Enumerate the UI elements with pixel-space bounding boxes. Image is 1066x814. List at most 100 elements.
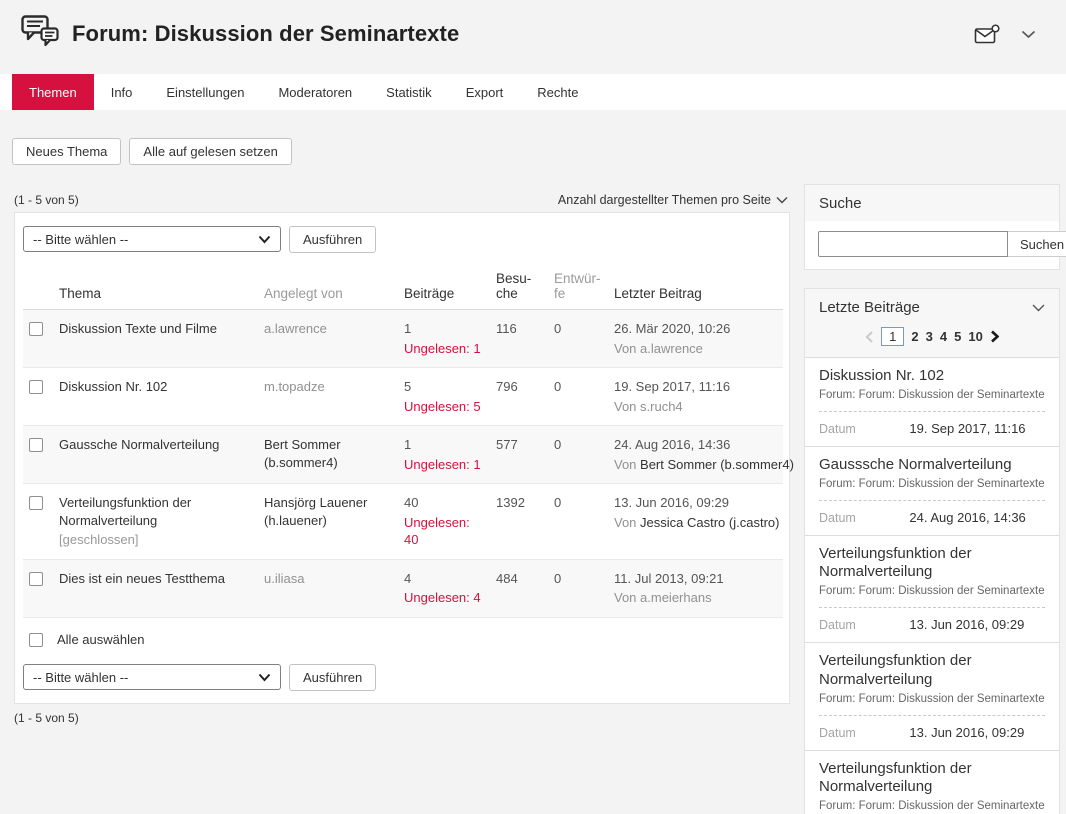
tab-statistik[interactable]: Statistik: [369, 74, 449, 110]
chevron-down-icon: [258, 670, 271, 685]
table-row: Dies ist ein neues Testthema u.iliasa 4 …: [23, 559, 783, 617]
chevron-left-icon: [865, 331, 874, 343]
pagination-page-5[interactable]: 5: [954, 329, 961, 344]
table-row: Diskussion Texte und Filme a.lawrence 1 …: [23, 310, 783, 368]
row-checkbox[interactable]: [29, 438, 43, 452]
date-label: Datum: [819, 422, 909, 436]
row-checkbox[interactable]: [29, 572, 43, 586]
tab-info[interactable]: Info: [94, 74, 150, 110]
tab-rechte[interactable]: Rechte: [520, 74, 595, 110]
bulk-action-select-top[interactable]: -- Bitte wählen --: [23, 226, 281, 252]
unread-count-link[interactable]: Ungelesen: 1: [404, 456, 484, 474]
topic-title-link[interactable]: Dies ist ein neues Testthema: [59, 570, 252, 588]
topic-author: u.iliasa: [258, 559, 398, 617]
select-all-checkbox[interactable]: [29, 633, 43, 647]
search-button[interactable]: Suchen: [1008, 231, 1066, 257]
chevron-down-icon[interactable]: [1032, 299, 1045, 316]
drafts-count: 0: [548, 310, 608, 368]
topic-author: a.lawrence: [258, 310, 398, 368]
unread-count-link[interactable]: Ungelesen: 40: [404, 514, 484, 549]
page-title: Forum: Diskussion der Seminartexte: [72, 21, 459, 47]
bulk-action-select-bottom[interactable]: -- Bitte wählen --: [23, 664, 281, 690]
forum-bubbles-icon: [20, 14, 60, 54]
chevron-down-icon[interactable]: [1019, 28, 1038, 41]
last-post-date: 26. Mär 2020, 10:26: [614, 320, 777, 338]
recent-post-forum: Forum: Forum: Diskussion der Seminartext…: [819, 585, 1045, 597]
date-label: Datum: [819, 618, 909, 632]
topic-title-link[interactable]: Gaussche Normalverteilung: [59, 436, 252, 454]
recent-post-date: 13. Jun 2016, 09:29: [909, 617, 1024, 632]
visits-count: 116: [490, 310, 548, 368]
drafts-count: 0: [548, 559, 608, 617]
pagination-page-2[interactable]: 2: [911, 329, 918, 344]
recent-post-title-link[interactable]: Diskussion Nr. 102: [819, 367, 1045, 386]
tab-moderatoren[interactable]: Moderatoren: [261, 74, 369, 110]
pagination-page-3[interactable]: 3: [926, 329, 933, 344]
last-post-author[interactable]: Bert Sommer (b.sommer4): [640, 457, 794, 472]
tab-bar: ThemenInfoEinstellungenModeratorenStatis…: [0, 74, 1066, 110]
recent-post-forum: Forum: Forum: Diskussion der Seminartext…: [819, 478, 1045, 490]
topic-title-link[interactable]: Verteilungsfunktion der Normalverteilung: [59, 494, 252, 529]
page-header: Forum: Diskussion der Seminartexte: [0, 0, 1066, 66]
topic-author[interactable]: Hansjörg Lauener (h.lauener): [258, 484, 398, 560]
tab-export[interactable]: Export: [449, 74, 521, 110]
column-header: Entwür­fe: [548, 263, 608, 310]
last-post-author: s.ruch4: [640, 399, 683, 414]
recent-post-title-link[interactable]: Verteilungsfunktion der Normalverteilung: [819, 652, 1045, 690]
pagination-current-page[interactable]: 1: [881, 327, 904, 346]
column-header[interactable]: Besu­che: [490, 263, 548, 310]
recent-post-date: 13. Jun 2016, 09:29: [909, 725, 1024, 740]
unread-count-link[interactable]: Ungelesen: 1: [404, 340, 484, 358]
topics-table: ThemaAngelegt vonBeiträgeBesu­cheEntwür­…: [23, 263, 783, 618]
unread-count-link[interactable]: Ungelesen: 5: [404, 398, 484, 416]
result-count-bottom: (1 - 5 von 5): [14, 711, 790, 725]
last-post-author[interactable]: Jessica Castro (j.castro): [640, 515, 779, 530]
mail-subscribe-icon[interactable]: [972, 22, 1003, 47]
recent-post-item: Verteilungsfunktion der Normalverteilung…: [805, 535, 1059, 643]
topic-title-link[interactable]: Diskussion Texte und Filme: [59, 320, 252, 338]
execute-button-bottom[interactable]: Ausführen: [289, 664, 376, 691]
von-prefix: Von: [614, 590, 640, 605]
von-prefix: Von: [614, 399, 640, 414]
last-post-date: 24. Aug 2016, 14:36: [614, 436, 777, 454]
chevron-right-icon[interactable]: [990, 330, 999, 343]
search-input[interactable]: [818, 231, 1008, 257]
recent-post-forum: Forum: Forum: Diskussion der Seminartext…: [819, 800, 1045, 812]
recent-post-title-link[interactable]: Gausssche Normalverteilung: [819, 456, 1045, 475]
recent-post-title-link[interactable]: Verteilungsfunktion der Normalverteilung: [819, 545, 1045, 583]
tab-einstellungen[interactable]: Einstellungen: [149, 74, 261, 110]
column-header[interactable]: Thema: [53, 263, 258, 310]
last-post-author: a.lawrence: [640, 341, 703, 356]
pagination-page-10[interactable]: 10: [968, 329, 982, 344]
recent-post-item: Verteilungsfunktion der Normalverteilung…: [805, 750, 1059, 814]
recent-post-title-link[interactable]: Verteilungsfunktion der Normalverteilung: [819, 760, 1045, 798]
pagination-page-4[interactable]: 4: [940, 329, 947, 344]
column-header[interactable]: Beiträge: [398, 263, 490, 310]
execute-button-top[interactable]: Ausführen: [289, 226, 376, 253]
topic-title-link[interactable]: Diskussion Nr. 102: [59, 378, 252, 396]
posts-count: 4: [404, 570, 484, 588]
recent-pagination: 1 2345 10: [805, 325, 1059, 357]
von-prefix: Von: [614, 515, 640, 530]
recent-posts-title: Letzte Beiträge: [819, 299, 920, 316]
unread-count-link[interactable]: Ungelesen: 4: [404, 589, 484, 607]
drafts-count: 0: [548, 368, 608, 426]
topics-per-page-toggle[interactable]: Anzahl dargestellter Themen pro Seite: [558, 193, 788, 207]
tab-themen[interactable]: Themen: [12, 74, 94, 110]
mark-all-read-button[interactable]: Alle auf gelesen setzen: [129, 138, 291, 165]
von-prefix: Von: [614, 341, 640, 356]
row-checkbox[interactable]: [29, 496, 43, 510]
visits-count: 1392: [490, 484, 548, 560]
search-panel-title: Suche: [819, 195, 862, 212]
last-post-author: a.meierhans: [640, 590, 712, 605]
recent-post-forum: Forum: Forum: Diskussion der Seminartext…: [819, 693, 1045, 705]
topic-author[interactable]: Bert Sommer (b.sommer4): [258, 426, 398, 484]
visits-count: 484: [490, 559, 548, 617]
column-header[interactable]: Letzter Beitrag: [608, 263, 783, 310]
row-checkbox[interactable]: [29, 322, 43, 336]
new-topic-button[interactable]: Neues Thema: [12, 138, 121, 165]
topics-panel: -- Bitte wählen -- Ausführen ThemaAngele…: [14, 212, 790, 704]
row-checkbox[interactable]: [29, 380, 43, 394]
topic-status-note: [geschlossen]: [59, 531, 252, 549]
date-label: Datum: [819, 726, 909, 740]
